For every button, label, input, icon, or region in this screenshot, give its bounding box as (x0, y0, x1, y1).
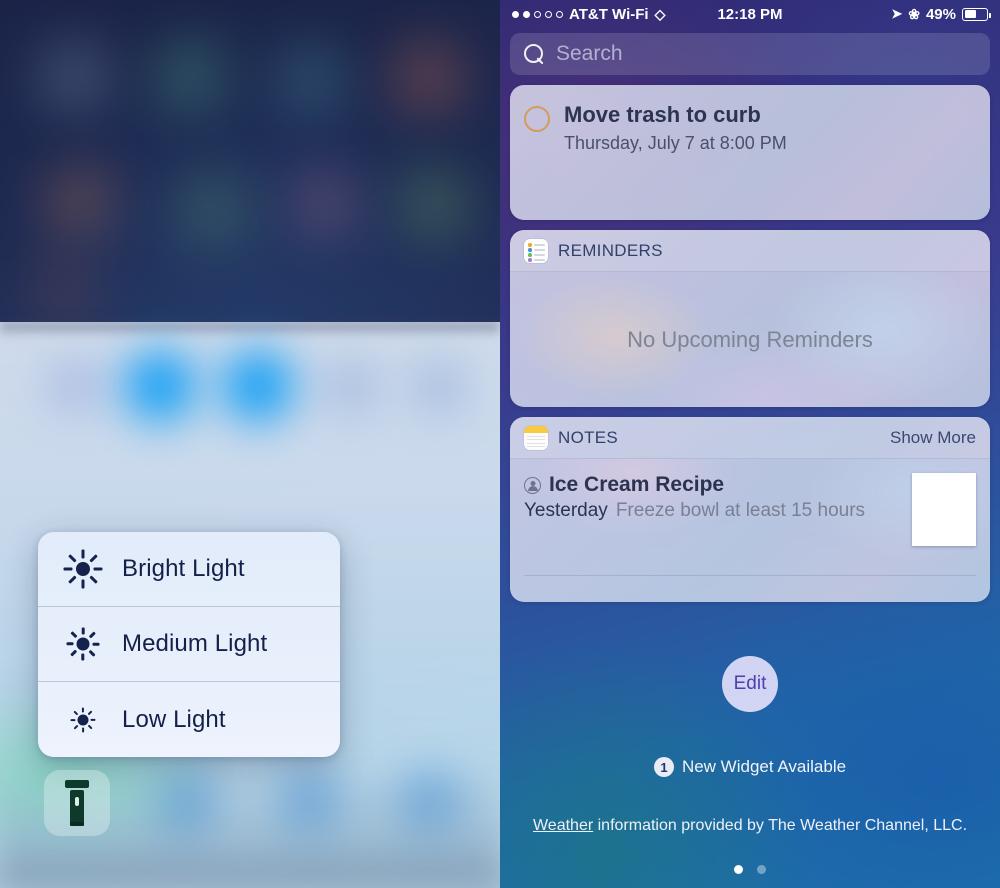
edit-button-wrapper: Edit (500, 656, 1000, 712)
notes-widget[interactable]: NOTES Show More Ice Cream Recipe Yesterd… (510, 417, 990, 602)
cc-toggle-rotation-lock[interactable] (410, 358, 468, 416)
note-title-row: Ice Cream Recipe (524, 473, 902, 497)
page-dot-2[interactable] (757, 865, 766, 874)
reminder-title: Move trash to curb (564, 102, 761, 127)
reminder-circle-icon[interactable] (524, 106, 550, 132)
notes-app-icon (524, 425, 548, 450)
battery-percent-label: 49% (925, 5, 956, 23)
reminders-app-icon (524, 238, 548, 263)
right-panel-today-view: AT&T Wi-Fi ◇ 12:18 PM ➤ ❀ 49% Search Mov… (500, 0, 1000, 888)
flashlight-button[interactable] (44, 770, 110, 836)
cc-toggle-airplane[interactable] (48, 358, 104, 414)
note-divider (524, 575, 976, 576)
status-bar-left: AT&T Wi-Fi ◇ (512, 6, 665, 23)
search-icon (524, 44, 544, 64)
reminder-text-block: Move trash to curb Thursday, July 7 at 8… (564, 101, 787, 154)
notes-widget-title: NOTES (558, 427, 619, 447)
reminders-empty-state: No Upcoming Reminders (510, 272, 990, 407)
reminder-card-body: Move trash to curb Thursday, July 7 at 8… (510, 85, 990, 220)
search-input[interactable]: Search (510, 33, 990, 75)
brightness-medium-icon (62, 623, 104, 665)
reminder-row[interactable]: Move trash to curb Thursday, July 7 at 8… (524, 101, 976, 154)
new-widget-count-badge: 1 (653, 757, 674, 777)
flashlight-quick-action-menu: Bright Light Medium Light Low Light (38, 532, 340, 757)
brightness-high-icon (62, 548, 104, 590)
weather-link[interactable]: Weather (533, 817, 593, 834)
note-meta-row: Yesterday Freeze bowl at least 15 hours (524, 500, 902, 522)
battery-icon (962, 7, 991, 21)
note-text-block: Ice Cream Recipe Yesterday Freeze bowl at… (524, 473, 902, 522)
show-more-button[interactable]: Show More (890, 428, 976, 448)
flashlight-menu-item-low-light[interactable]: Low Light (38, 682, 340, 757)
location-arrow-icon: ➤ (891, 6, 903, 21)
screenshot-root: Bright Light Medium Light Low Light AT&T… (0, 0, 1000, 888)
flashlight-menu-label: Medium Light (122, 630, 268, 657)
cc-toggle-do-not-disturb[interactable] (322, 358, 380, 416)
reminder-subtitle: Thursday, July 7 at 8:00 PM (564, 132, 787, 153)
page-indicator[interactable] (500, 865, 1000, 874)
document-thumbnail (912, 473, 976, 546)
home-screen-wash (0, 0, 500, 330)
flashlight-menu-item-bright-light[interactable]: Bright Light (38, 532, 340, 607)
status-bar-right: ➤ ❀ 49% (891, 5, 991, 23)
flashlight-menu-item-medium-light[interactable]: Medium Light (38, 607, 340, 682)
new-widget-label: New Widget Available (681, 757, 847, 776)
note-date: Yesterday (524, 500, 608, 521)
note-snippet: Freeze bowl at least 15 hours (615, 500, 866, 521)
weather-attribution-rest: information provided by The Weather Chan… (593, 817, 968, 834)
reminders-widget[interactable]: REMINDERS No Upcoming Reminders (510, 230, 990, 407)
left-panel-control-center: Bright Light Medium Light Low Light (0, 0, 500, 888)
weather-attribution: Weather information provided by The Weat… (500, 817, 1000, 835)
signal-strength-icon (512, 10, 563, 18)
cc-toggle-wifi[interactable] (124, 350, 196, 422)
flashlight-menu-label: Low Light (122, 705, 226, 733)
page-dot-1[interactable] (734, 865, 743, 874)
note-list-item[interactable]: Ice Cream Recipe Yesterday Freeze bowl at… (524, 473, 976, 546)
wifi-icon: ◇ (654, 5, 666, 22)
reminders-widget-title: REMINDERS (558, 240, 663, 260)
carrier-label: AT&T Wi-Fi (569, 5, 649, 23)
flashlight-icon (64, 780, 90, 826)
search-placeholder: Search (556, 42, 623, 65)
account-circle-icon (524, 476, 541, 494)
brightness-low-icon (62, 699, 104, 741)
bluetooth-icon: ❀ (908, 5, 920, 22)
notes-widget-header: NOTES Show More (510, 417, 990, 459)
note-title: Ice Cream Recipe (549, 473, 725, 496)
notes-widget-body: Ice Cream Recipe Yesterday Freeze bowl at… (510, 459, 990, 602)
status-bar: AT&T Wi-Fi ◇ 12:18 PM ➤ ❀ 49% (500, 0, 1000, 28)
flashlight-menu-label: Bright Light (122, 555, 245, 582)
cc-toggle-bluetooth[interactable] (222, 350, 294, 422)
control-center-top-edge (0, 322, 500, 336)
reminders-widget-header: REMINDERS (510, 230, 990, 272)
new-widget-notice[interactable]: 1 New Widget Available (500, 757, 1000, 777)
edit-button[interactable]: Edit (722, 656, 778, 712)
reminder-card-widget[interactable]: Move trash to curb Thursday, July 7 at 8… (510, 85, 990, 220)
